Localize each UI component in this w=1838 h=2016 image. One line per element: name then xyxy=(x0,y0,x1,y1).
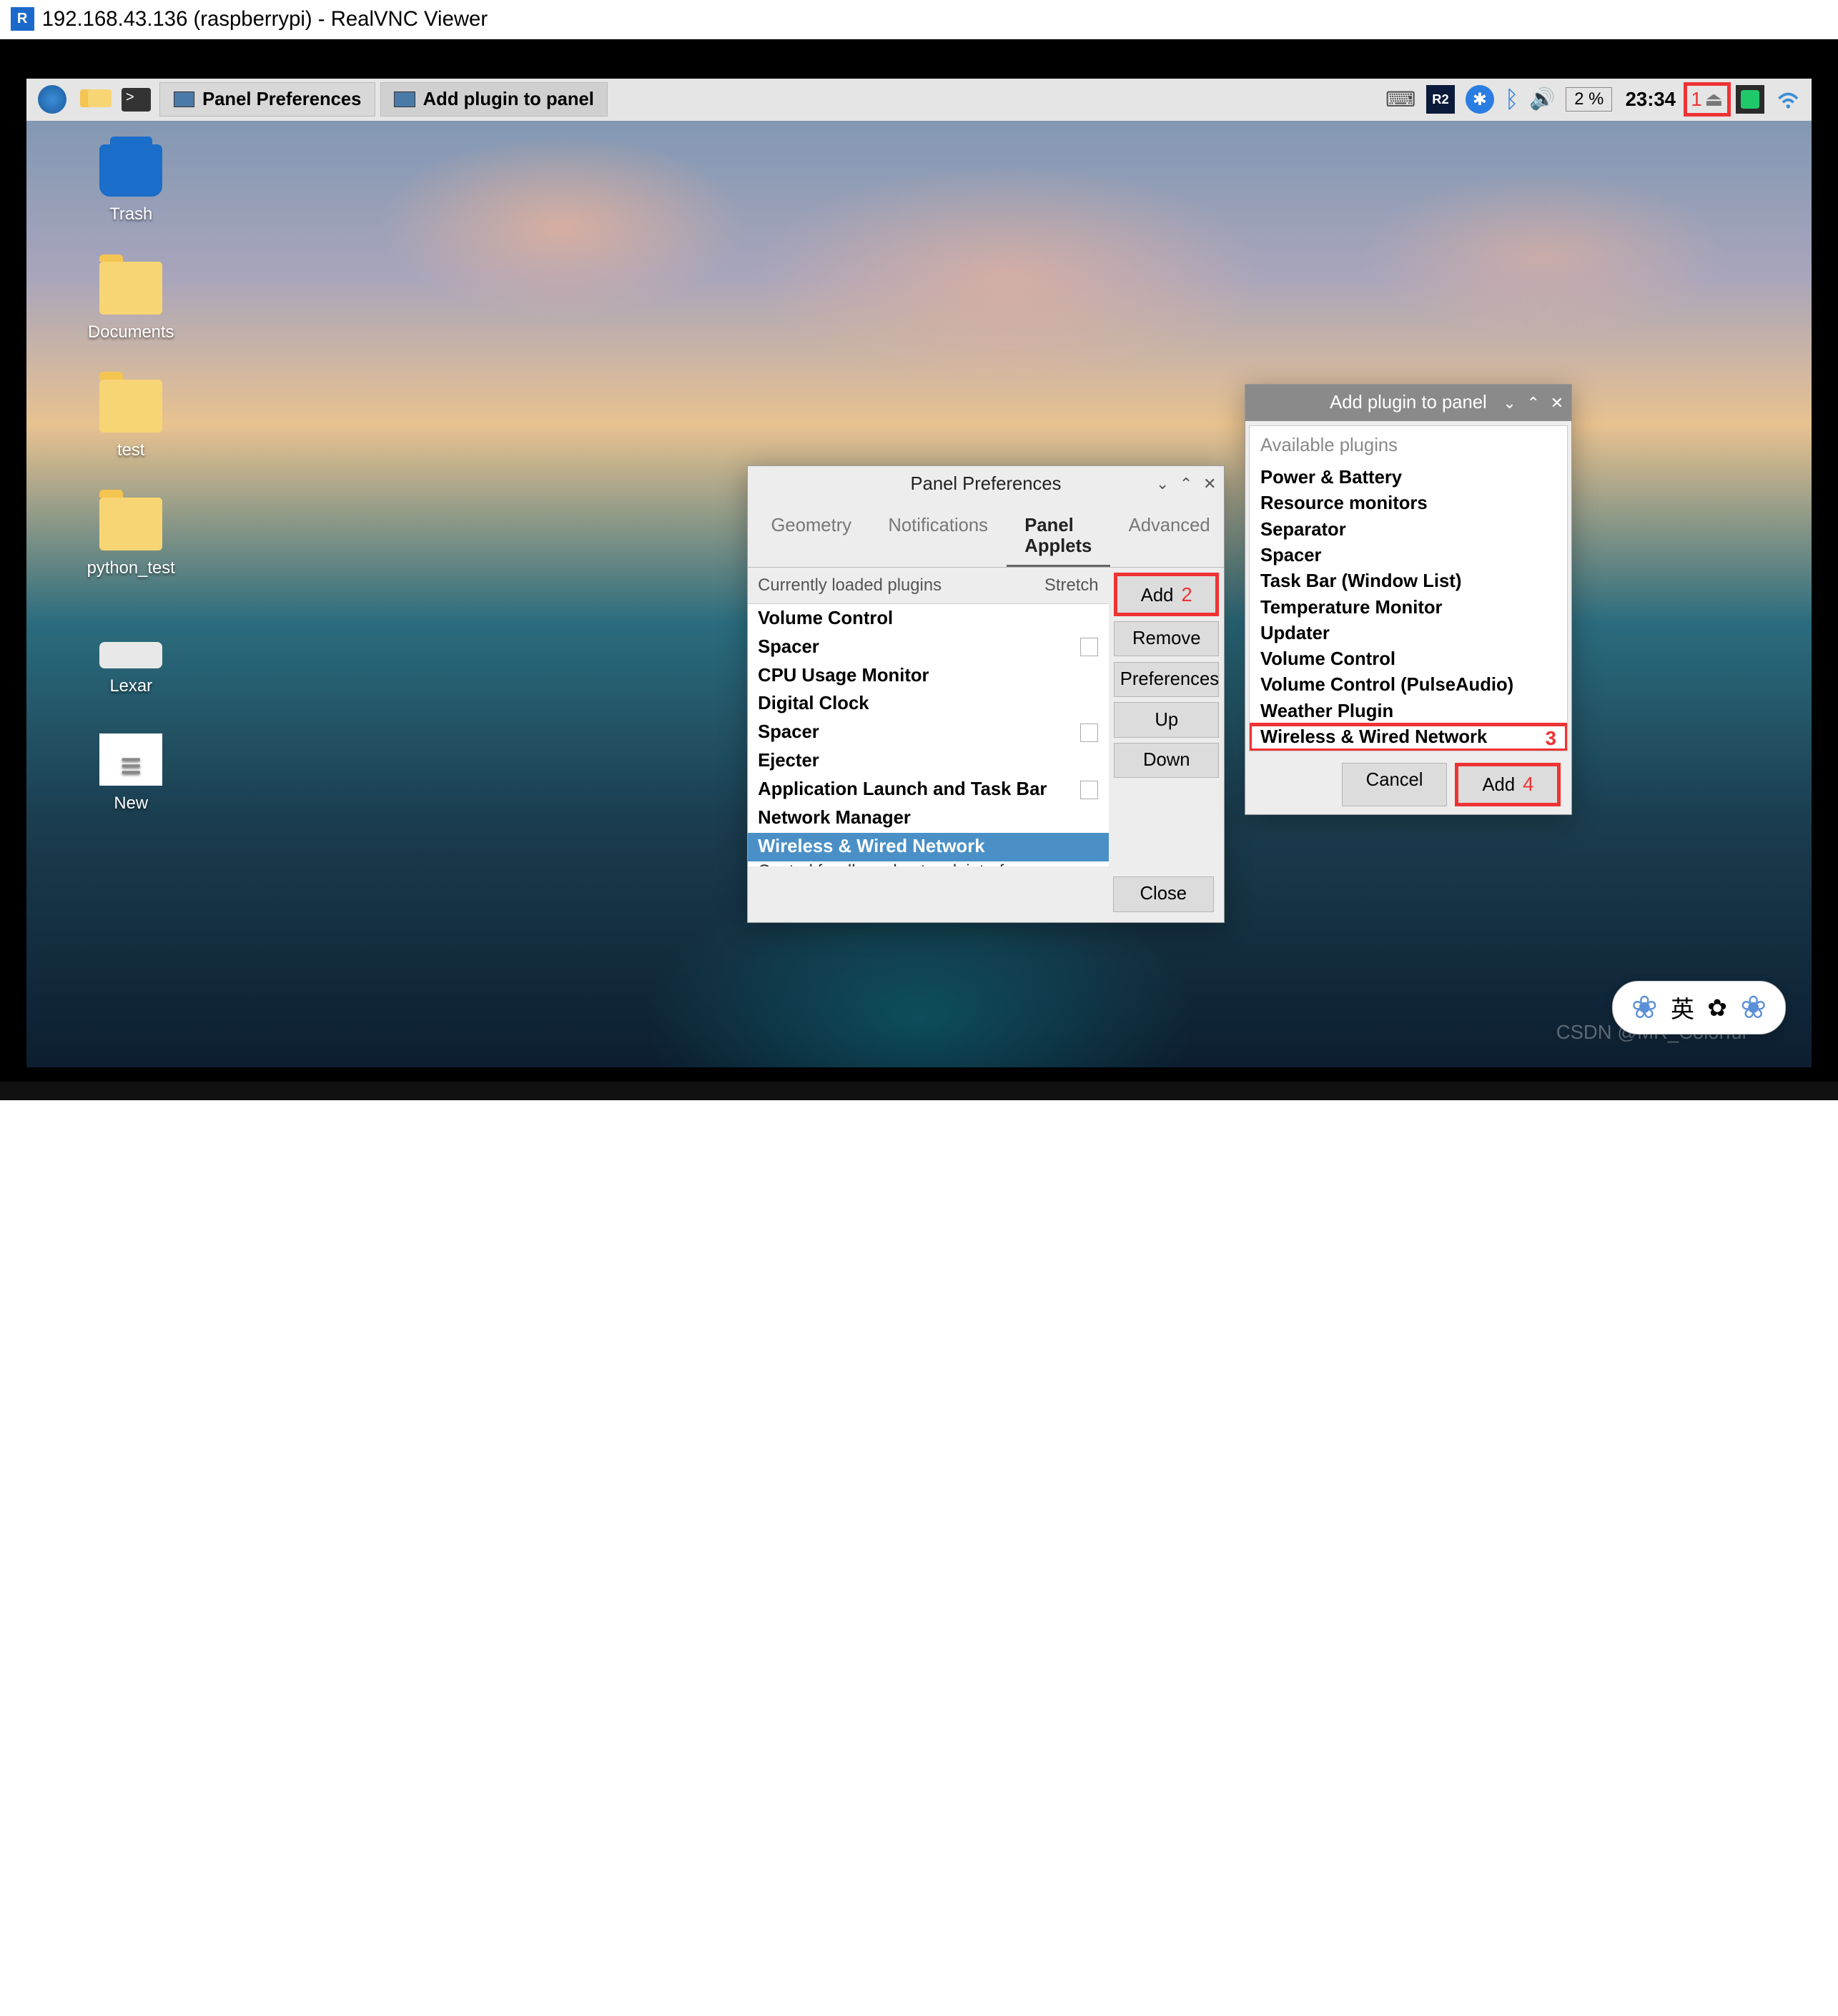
close-button[interactable]: Close xyxy=(1113,876,1214,911)
stretch-checkbox[interactable] xyxy=(1080,638,1099,656)
plugin-row[interactable]: Ejecter xyxy=(748,747,1110,776)
tab-geometry[interactable]: Geometry xyxy=(753,508,870,567)
available-plugin-item[interactable]: Temperature Monitor xyxy=(1250,595,1566,621)
remote-desktop[interactable]: Panel Preferences Add plugin to panel R2… xyxy=(26,79,1812,1067)
list-header: Currently loaded plugins Stretch xyxy=(748,568,1110,604)
available-plugin-item[interactable]: Updater xyxy=(1250,621,1566,646)
available-plugin-item[interactable]: Spacer xyxy=(1250,543,1566,568)
realvnc-icon: R xyxy=(11,7,34,31)
tabs: Geometry Notifications Panel Applets Adv… xyxy=(748,503,1225,568)
available-plugin-item[interactable]: Power & Battery xyxy=(1250,465,1566,490)
pycharm-icon[interactable] xyxy=(1736,85,1764,114)
tab-panel-applets[interactable]: Panel Applets xyxy=(1007,508,1110,567)
plugin-row[interactable]: Volume Control xyxy=(748,604,1110,633)
desktop-icon-test[interactable]: test xyxy=(66,380,197,460)
taskbar: Panel Preferences Add plugin to panel R2… xyxy=(26,79,1812,121)
bluetooth-badge-icon[interactable]: ✱ xyxy=(1466,85,1494,114)
vnc-body: Panel Preferences Add plugin to panel R2… xyxy=(0,39,1838,1100)
dialog-titlebar[interactable]: Add plugin to panel ⌄ ⌃ ✕ xyxy=(1245,385,1571,421)
cancel-button[interactable]: Cancel xyxy=(1342,763,1448,806)
down-button[interactable]: Down xyxy=(1114,743,1219,778)
flower-icon: ❀ xyxy=(1740,989,1767,1026)
volume-icon[interactable] xyxy=(1529,87,1556,112)
maximize-icon[interactable]: ⌃ xyxy=(1180,475,1192,493)
available-plugin-item[interactable]: Wireless & Wired Network3 xyxy=(1250,724,1566,750)
desktop-icon-documents[interactable]: Documents xyxy=(66,262,197,342)
taskbar-button-add-plugin[interactable]: Add plugin to panel xyxy=(380,82,608,117)
add-button[interactable]: Add2 xyxy=(1114,573,1219,616)
tab-advanced[interactable]: Advanced xyxy=(1110,508,1228,567)
folder-icon xyxy=(99,262,162,314)
available-plugins-list[interactable]: Available plugins Power & BatteryResourc… xyxy=(1249,425,1567,751)
annotation-box-1: 1 xyxy=(1684,82,1731,117)
dialog-title: Add plugin to panel xyxy=(1330,392,1487,413)
close-icon[interactable]: ✕ xyxy=(1203,475,1216,493)
available-plugin-item[interactable]: Weather Plugin xyxy=(1250,698,1566,724)
flower-icon: ❀ xyxy=(1631,989,1658,1026)
folder-icon xyxy=(99,498,162,550)
desktop-icon-lexar[interactable]: Lexar xyxy=(66,616,197,696)
wifi-icon[interactable] xyxy=(1775,89,1802,110)
plugin-row[interactable]: Network Manager xyxy=(748,804,1110,833)
plugin-row[interactable]: Digital Clock xyxy=(748,690,1110,718)
web-browser-icon[interactable] xyxy=(34,84,71,115)
desktop-icon-python-test[interactable]: python_test xyxy=(66,498,197,578)
taskbar-button-panel-preferences[interactable]: Panel Preferences xyxy=(159,82,375,117)
plugin-row[interactable]: Spacer xyxy=(748,718,1110,747)
available-plugin-item[interactable]: Volume Control xyxy=(1250,647,1566,673)
cpu-usage[interactable]: 2 % xyxy=(1566,87,1612,112)
settings-icon: ✿ xyxy=(1707,994,1727,1022)
ejecter-icon[interactable] xyxy=(1704,88,1723,111)
plugin-row[interactable]: Spacer xyxy=(748,633,1110,661)
vnc-server-icon[interactable]: R2 xyxy=(1426,85,1455,114)
add-button[interactable]: Add4 xyxy=(1455,763,1561,806)
trash-icon xyxy=(99,144,162,197)
close-icon[interactable]: ✕ xyxy=(1551,394,1563,412)
available-plugin-item[interactable]: Volume Control (PulseAudio) xyxy=(1250,673,1566,698)
plugin-row[interactable]: Wireless & Wired Network xyxy=(748,833,1110,861)
remove-button[interactable]: Remove xyxy=(1114,621,1219,656)
plugin-list[interactable]: Volume ControlSpacerCPU Usage MonitorDig… xyxy=(748,604,1110,866)
folder-icon xyxy=(99,380,162,432)
list-header: Available plugins xyxy=(1250,426,1566,465)
maximize-icon[interactable]: ⌃ xyxy=(1527,394,1540,412)
dialog-title: Panel Preferences xyxy=(910,474,1061,495)
vnc-titlebar: R 192.168.43.136 (raspberrypi) - RealVNC… xyxy=(0,0,1838,39)
plugin-row[interactable]: Application Launch and Task Bar xyxy=(748,776,1110,804)
panel-preferences-dialog: Panel Preferences ⌄ ⌃ ✕ Geometry Notific… xyxy=(747,465,1225,924)
drive-icon xyxy=(99,642,162,668)
desktop-icon-new[interactable]: New xyxy=(66,733,197,814)
stretch-checkbox[interactable] xyxy=(1080,781,1099,799)
available-plugin-item[interactable]: Task Bar (Window List) xyxy=(1250,569,1566,595)
clock[interactable]: 23:34 xyxy=(1626,88,1676,111)
minimize-icon[interactable]: ⌄ xyxy=(1156,475,1169,493)
up-button[interactable]: Up xyxy=(1114,702,1219,737)
stretch-checkbox[interactable] xyxy=(1080,723,1099,742)
keyboard-icon[interactable] xyxy=(1385,87,1415,112)
available-plugin-item[interactable]: Resource monitors xyxy=(1250,491,1566,517)
host-taskbar xyxy=(0,1082,1838,1100)
desktop-icon-trash[interactable]: Trash xyxy=(66,144,197,224)
tab-notifications[interactable]: Notifications xyxy=(870,508,1007,567)
file-icon xyxy=(99,733,162,786)
ime-indicator[interactable]: ❀ 英 ✿ ❀ xyxy=(1612,981,1786,1034)
terminal-icon[interactable] xyxy=(118,84,154,115)
plugin-row[interactable]: CPU Usage Monitor xyxy=(748,661,1110,690)
preferences-button[interactable]: Preferences xyxy=(1114,662,1219,697)
dialog-titlebar[interactable]: Panel Preferences ⌄ ⌃ ✕ xyxy=(748,466,1225,503)
available-plugin-item[interactable]: Separator xyxy=(1250,517,1566,543)
minimize-icon[interactable]: ⌄ xyxy=(1503,394,1516,412)
plugin-description: Control for dhcpcd network interface xyxy=(748,861,1110,866)
vnc-title: 192.168.43.136 (raspberrypi) - RealVNC V… xyxy=(42,7,488,31)
file-manager-icon[interactable] xyxy=(76,84,112,115)
add-plugin-dialog: Add plugin to panel ⌄ ⌃ ✕ Available plug… xyxy=(1245,384,1572,815)
bluetooth-icon[interactable]: ᛒ xyxy=(1505,86,1519,113)
